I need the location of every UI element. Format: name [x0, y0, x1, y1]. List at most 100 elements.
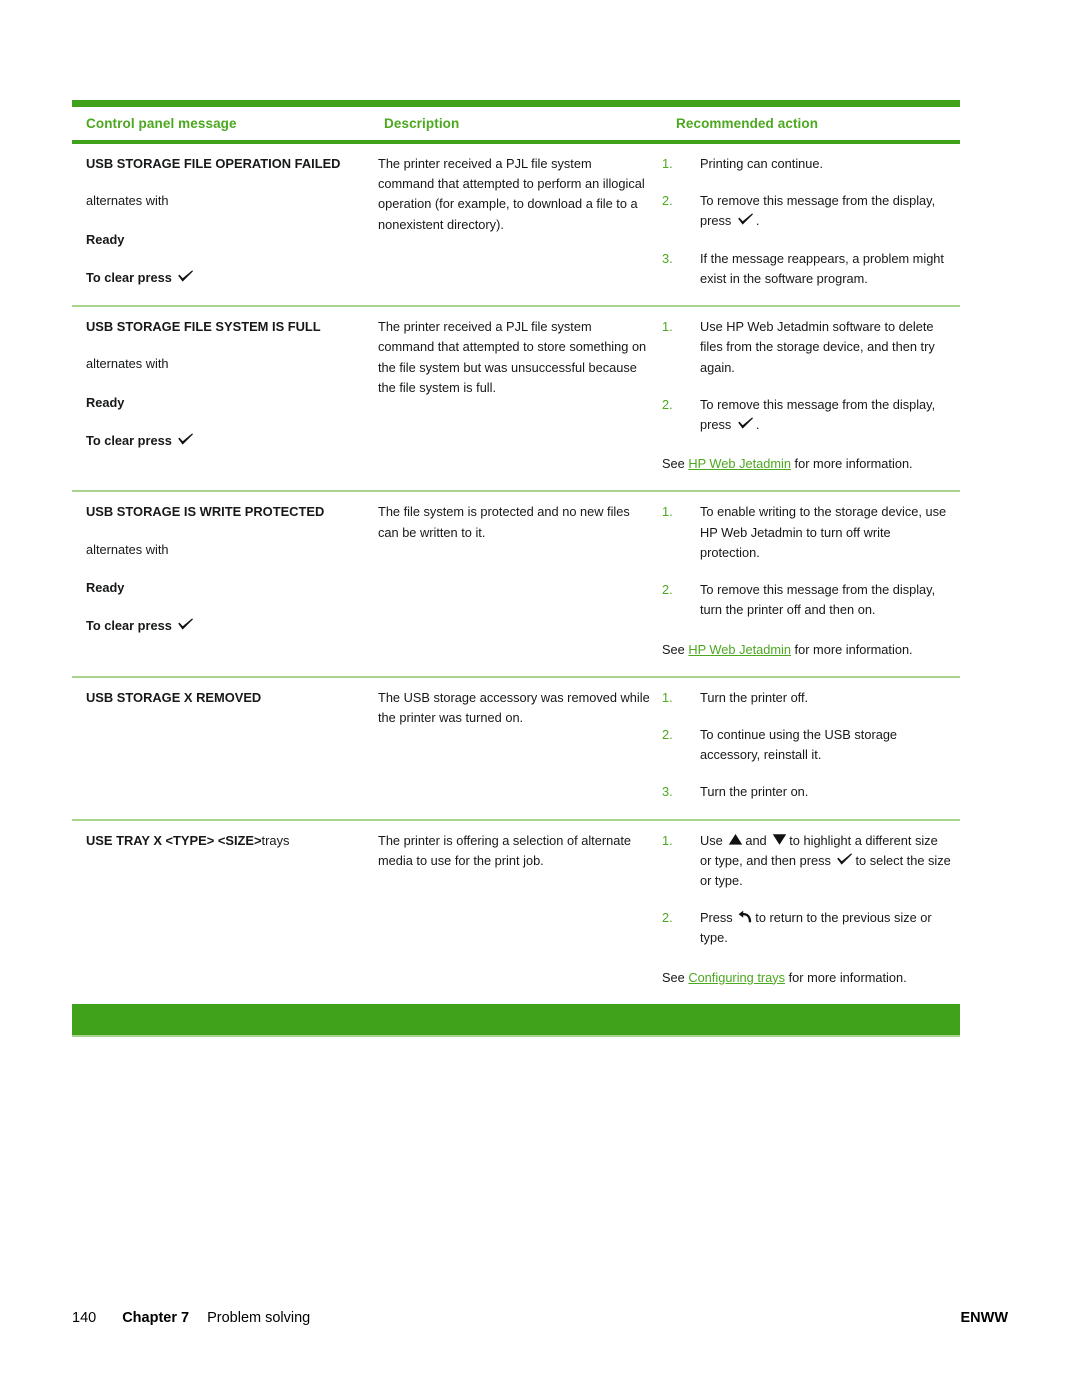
- alternates-with-label: alternates with: [86, 193, 169, 209]
- message-name-bold: USE TRAY X <TYPE> <SIZE>: [86, 832, 262, 848]
- cell-control-panel-message: USB STORAGE FILE OPERATION FAILED altern…: [72, 142, 370, 308]
- table-row: USB STORAGE FILE OPERATION FAILED altern…: [72, 142, 961, 308]
- description-text: The printer received a PJL file system c…: [378, 319, 647, 395]
- list-number: 1.: [662, 504, 673, 520]
- column-header-control-panel-message: Control panel message: [72, 107, 370, 144]
- see-suffix: for more information.: [785, 969, 907, 985]
- see-reference-line: See HP Web Jetadmin for more information…: [662, 640, 952, 660]
- list-text-use: Use: [700, 832, 723, 848]
- table-row: USB STORAGE IS WRITE PROTECTED alternate…: [72, 491, 961, 678]
- message-name: USB STORAGE IS WRITE PROTECTED: [86, 504, 325, 520]
- list-item: 3. If the message reappears, a problem mi…: [662, 249, 952, 289]
- list-item: 1. Turn the printer off.: [662, 688, 952, 708]
- ready-label: Ready: [86, 231, 125, 247]
- cell-recommended-action: 1. Use HP Web Jetadmin software to delete…: [662, 306, 961, 493]
- list-number: 1.: [662, 319, 673, 335]
- control-panel-message-table: Control panel message Description Recomm…: [72, 100, 961, 1037]
- message-name: USB STORAGE FILE SYSTEM IS FULL: [86, 319, 321, 335]
- to-clear-press-label: To clear press: [86, 431, 360, 451]
- check-icon: [177, 270, 194, 283]
- message-name: USE TRAY X <TYPE> <SIZE>trays: [86, 831, 360, 850]
- cell-description: The printer is offering a selection of a…: [370, 820, 662, 1004]
- to-clear-press-label: To clear press: [86, 616, 360, 636]
- action-list: 1. Use and to highlight a different size …: [662, 831, 952, 949]
- message-name: USB STORAGE X REMOVED: [86, 689, 262, 705]
- list-number: 2.: [662, 910, 673, 926]
- list-text-suffix: .: [755, 213, 760, 229]
- description-text: The USB storage accessory was removed wh…: [378, 689, 650, 725]
- see-prefix: See: [662, 641, 689, 657]
- see-suffix: for more information.: [791, 456, 913, 472]
- cell-recommended-action: 1. Printing can continue. 2. To remove thi…: [662, 142, 961, 308]
- action-list: 1. Use HP Web Jetadmin software to delete…: [662, 317, 952, 435]
- cell-recommended-action: 1. To enable writing to the storage devic…: [662, 491, 961, 678]
- list-number: 2.: [662, 193, 673, 209]
- list-number: 2.: [662, 396, 673, 412]
- see-prefix: See: [662, 969, 689, 985]
- table-row: USB STORAGE FILE SYSTEM IS FULL alternat…: [72, 306, 961, 493]
- list-text: If the message reappears, a problem migh…: [700, 250, 944, 286]
- check-icon: [177, 433, 194, 446]
- list-number: 2.: [662, 582, 673, 598]
- cell-recommended-action: 1. Turn the printer off. 2. To continue us…: [662, 676, 961, 821]
- list-text: To continue using the USB storage access…: [700, 726, 898, 763]
- message-name: USB STORAGE FILE OPERATION FAILED: [86, 156, 341, 171]
- to-clear-text: To clear press: [86, 269, 172, 285]
- see-reference-line: See HP Web Jetadmin for more information…: [662, 454, 952, 474]
- cross-reference-link[interactable]: HP Web Jetadmin: [688, 642, 791, 657]
- see-prefix: See: [662, 456, 689, 472]
- list-item: 1. To enable writing to the storage devic…: [662, 502, 952, 563]
- cross-reference-link[interactable]: HP Web Jetadmin: [688, 456, 791, 471]
- table-bottom-rule-row: [72, 1003, 961, 1037]
- list-text: Use HP Web Jetadmin software to delete f…: [700, 319, 935, 375]
- list-text: To enable writing to the storage device,…: [700, 504, 947, 560]
- cell-description: The USB storage accessory was removed wh…: [370, 676, 662, 821]
- check-icon: [737, 213, 754, 226]
- cell-description: The printer received a PJL file system c…: [370, 306, 662, 493]
- list-text: To remove this message from the display,…: [700, 193, 936, 229]
- check-icon: [177, 618, 194, 631]
- table-top-rule-row: [72, 100, 961, 107]
- alternates-with-label: alternates with: [86, 356, 169, 372]
- up-arrow-icon: [728, 833, 743, 846]
- list-number: 1.: [662, 689, 673, 705]
- table-row: USB STORAGE X REMOVED The USB storage ac…: [72, 676, 961, 821]
- page-number: 140: [72, 1310, 97, 1326]
- table-top-rule: [72, 100, 961, 107]
- list-number: 3.: [662, 784, 673, 800]
- section-title: Problem solving: [207, 1310, 311, 1326]
- table-header: Control panel message Description Recomm…: [72, 100, 961, 144]
- check-icon: [836, 853, 853, 866]
- action-list: 1. Printing can continue. 2. To remove thi…: [662, 154, 952, 289]
- page-footer: 140 Chapter 7 Problem solving ENWW: [72, 1310, 1008, 1326]
- to-clear-text: To clear press: [86, 432, 172, 448]
- chapter-label: Chapter 7: [122, 1310, 190, 1326]
- column-header-recommended-action: Recommended action: [662, 107, 961, 144]
- cross-reference-link[interactable]: Configuring trays: [688, 970, 785, 985]
- list-item: 2. To remove this message from the displa…: [662, 395, 952, 435]
- cell-control-panel-message: USB STORAGE FILE SYSTEM IS FULL alternat…: [72, 306, 370, 493]
- list-item: 2. Press to return to the previous size o…: [662, 908, 952, 948]
- list-item: 2. To continue using the USB storage acce…: [662, 725, 952, 765]
- list-text: To remove this message from the display,…: [700, 396, 936, 432]
- list-text: Printing can continue.: [700, 156, 824, 171]
- see-reference-line: See Configuring trays for more informati…: [662, 968, 952, 988]
- return-arrow-icon: [738, 910, 753, 924]
- cell-control-panel-message: USB STORAGE IS WRITE PROTECTED alternate…: [72, 491, 370, 678]
- alternates-with-label: alternates with: [86, 541, 169, 557]
- column-header-description: Description: [370, 107, 662, 144]
- down-arrow-icon: [772, 833, 787, 846]
- list-item: 3. Turn the printer on.: [662, 782, 952, 802]
- table-bottom-rule: [72, 1003, 961, 1037]
- list-item: 1. Use HP Web Jetadmin software to delete…: [662, 317, 952, 378]
- cell-description: The printer received a PJL file system c…: [370, 142, 662, 308]
- list-text-suffix: .: [755, 416, 760, 432]
- description-text: The printer received a PJL file system c…: [378, 156, 645, 232]
- list-number: 1.: [662, 832, 673, 848]
- description-text: The file system is protected and no new …: [378, 504, 630, 540]
- ready-label: Ready: [86, 579, 125, 595]
- table-body: USB STORAGE FILE OPERATION FAILED altern…: [72, 142, 961, 1037]
- list-item: 1. Printing can continue.: [662, 154, 952, 174]
- action-list: 1. Turn the printer off. 2. To continue us…: [662, 688, 952, 803]
- action-list: 1. To enable writing to the storage devic…: [662, 502, 952, 620]
